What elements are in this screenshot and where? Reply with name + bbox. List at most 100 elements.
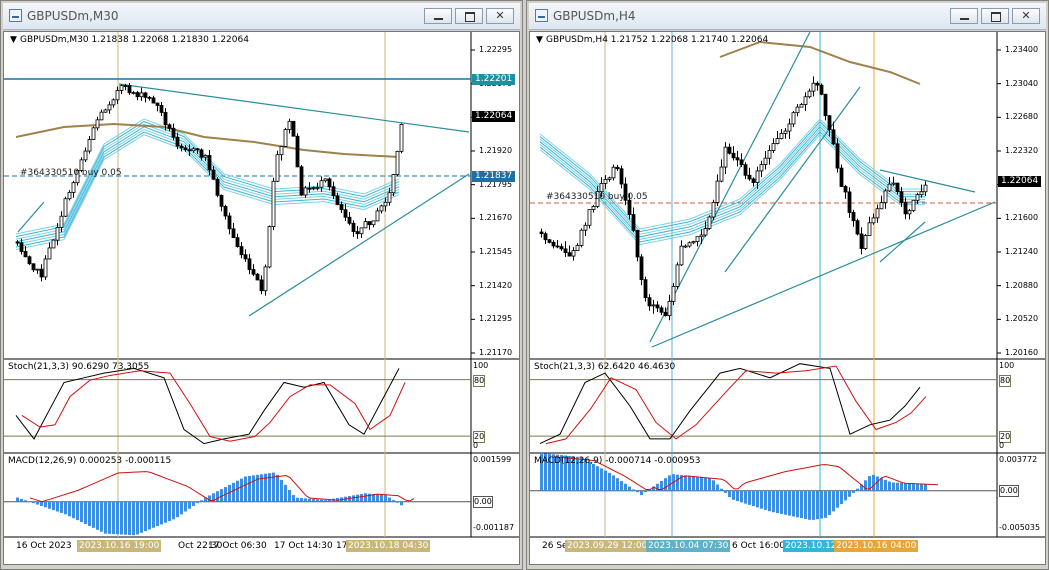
macd-histogram-bar [144, 501, 147, 532]
candle-body [171, 127, 176, 138]
chart-area[interactable]: 1.234001.230401.226801.223201.219601.216… [529, 31, 1046, 565]
macd-histogram-bar [20, 498, 23, 502]
macd-histogram-bar [840, 490, 843, 505]
minimize-button[interactable] [424, 8, 452, 24]
candle-body [159, 105, 164, 113]
macd-histogram-bar [156, 501, 159, 527]
candle-body [303, 187, 308, 196]
macd-histogram-bar [740, 490, 743, 503]
candle-body [119, 85, 124, 91]
price-axis-label: 1.22295 [479, 45, 513, 54]
macd-histogram-bar [168, 501, 171, 522]
candle-body [787, 123, 792, 132]
macd-histogram-bar [296, 497, 299, 502]
macd-histogram-bar [40, 501, 43, 506]
macd-histogram-bar [592, 463, 595, 491]
macd-histogram-bar [900, 482, 903, 491]
candle-body [571, 250, 576, 257]
symbol-menu-icon[interactable]: ▼ [10, 35, 17, 46]
price-axis-label: 1.21420 [479, 280, 513, 290]
candle-body [547, 239, 552, 243]
candle-body [551, 241, 556, 247]
order-label: #364330510 buy 0.05 [20, 168, 122, 178]
macd-histogram-bar [616, 478, 619, 491]
maximize-button[interactable] [455, 8, 483, 24]
candle-body [275, 154, 280, 182]
candle-body [599, 182, 604, 193]
candle-body [803, 96, 808, 105]
candle-body [291, 120, 296, 137]
stoch-level-label: 0 [999, 441, 1005, 450]
candle-body [619, 168, 624, 185]
macd-histogram-bar [200, 500, 203, 502]
candle-body [847, 191, 852, 213]
trend-line [879, 221, 926, 263]
macd-histogram-bar [812, 490, 815, 520]
macd-histogram-bar [684, 475, 687, 491]
candle-body [615, 166, 620, 170]
time-axis-label: 2023.10.18 04:30 [346, 540, 431, 552]
minimize-button[interactable] [950, 8, 978, 24]
time-axis-label: 16 Oct 2023 [16, 541, 72, 551]
macd-histogram-bar [776, 490, 779, 514]
window-titlebar[interactable]: GBPUSDm,M30 ✕ [3, 3, 520, 30]
price-tag: 1.22064 [998, 176, 1042, 187]
chart-canvas [4, 32, 519, 538]
candle-body [683, 245, 688, 248]
candle-body [359, 227, 364, 235]
macd-histogram-bar [636, 490, 639, 493]
candle-body [823, 93, 828, 117]
macd-histogram-bar [120, 501, 123, 535]
candle-body [51, 239, 56, 249]
candle-body [791, 112, 796, 125]
candle-body [767, 150, 772, 159]
macd-histogram-bar [32, 501, 35, 504]
macd-histogram-bar [696, 476, 699, 491]
candle-body [667, 300, 672, 317]
candle-body [899, 191, 904, 203]
symbol-menu-icon[interactable]: ▼ [536, 35, 543, 46]
macd-histogram-bar [92, 501, 95, 528]
candle-body [807, 90, 812, 98]
macd-histogram-bar [664, 478, 667, 491]
candle-body [751, 178, 756, 183]
maximize-button[interactable] [981, 8, 1009, 24]
close-button[interactable]: ✕ [1012, 8, 1040, 24]
candle-body [147, 96, 152, 99]
chart-window-h4[interactable]: GBPUSDm,H4 ✕ 1.23400 1.23040 1.22680 1.2232… [526, 0, 1049, 570]
candle-body [35, 268, 40, 271]
candle-body [395, 150, 400, 175]
macd-histogram-bar [104, 501, 107, 534]
candle-body [195, 148, 200, 151]
macd-histogram-bar [904, 483, 907, 491]
candle-body [915, 194, 920, 201]
macd-histogram-bar [308, 498, 311, 502]
candle-body [43, 258, 48, 278]
candle-body [771, 143, 776, 151]
macd-histogram-bar [796, 490, 799, 518]
candle-body [199, 149, 204, 158]
chart-area[interactable]: 1.222951.221701.220451.219201.217951.216… [3, 31, 520, 565]
candle-body [239, 246, 244, 256]
macd-histogram-bar [292, 495, 295, 502]
window-titlebar[interactable]: GBPUSDm,H4 ✕ [529, 3, 1046, 30]
macd-histogram-bar [52, 501, 55, 511]
macd-histogram-bar [284, 484, 287, 502]
macd-histogram-bar [376, 494, 379, 502]
candle-body [299, 166, 304, 196]
candle-body [607, 177, 612, 180]
candle-body [151, 97, 156, 104]
candle-body [731, 152, 736, 159]
candle-body [163, 112, 168, 126]
close-button[interactable]: ✕ [486, 8, 514, 24]
macd-histogram-bar [728, 490, 731, 498]
candle-body [639, 256, 644, 281]
macd-histogram-bar [836, 490, 839, 508]
candle-body [371, 220, 376, 226]
macd-histogram-bar [712, 480, 715, 491]
price-axis-label: 1.21170 [479, 348, 513, 357]
price-axis-label: 1.21920 [479, 146, 513, 155]
macd-histogram-bar [608, 472, 611, 491]
chart-window-m30[interactable]: GBPUSDm,M30 ✕ 1.222951.221701.220451.219… [0, 0, 523, 570]
macd-histogram-bar [288, 489, 291, 502]
